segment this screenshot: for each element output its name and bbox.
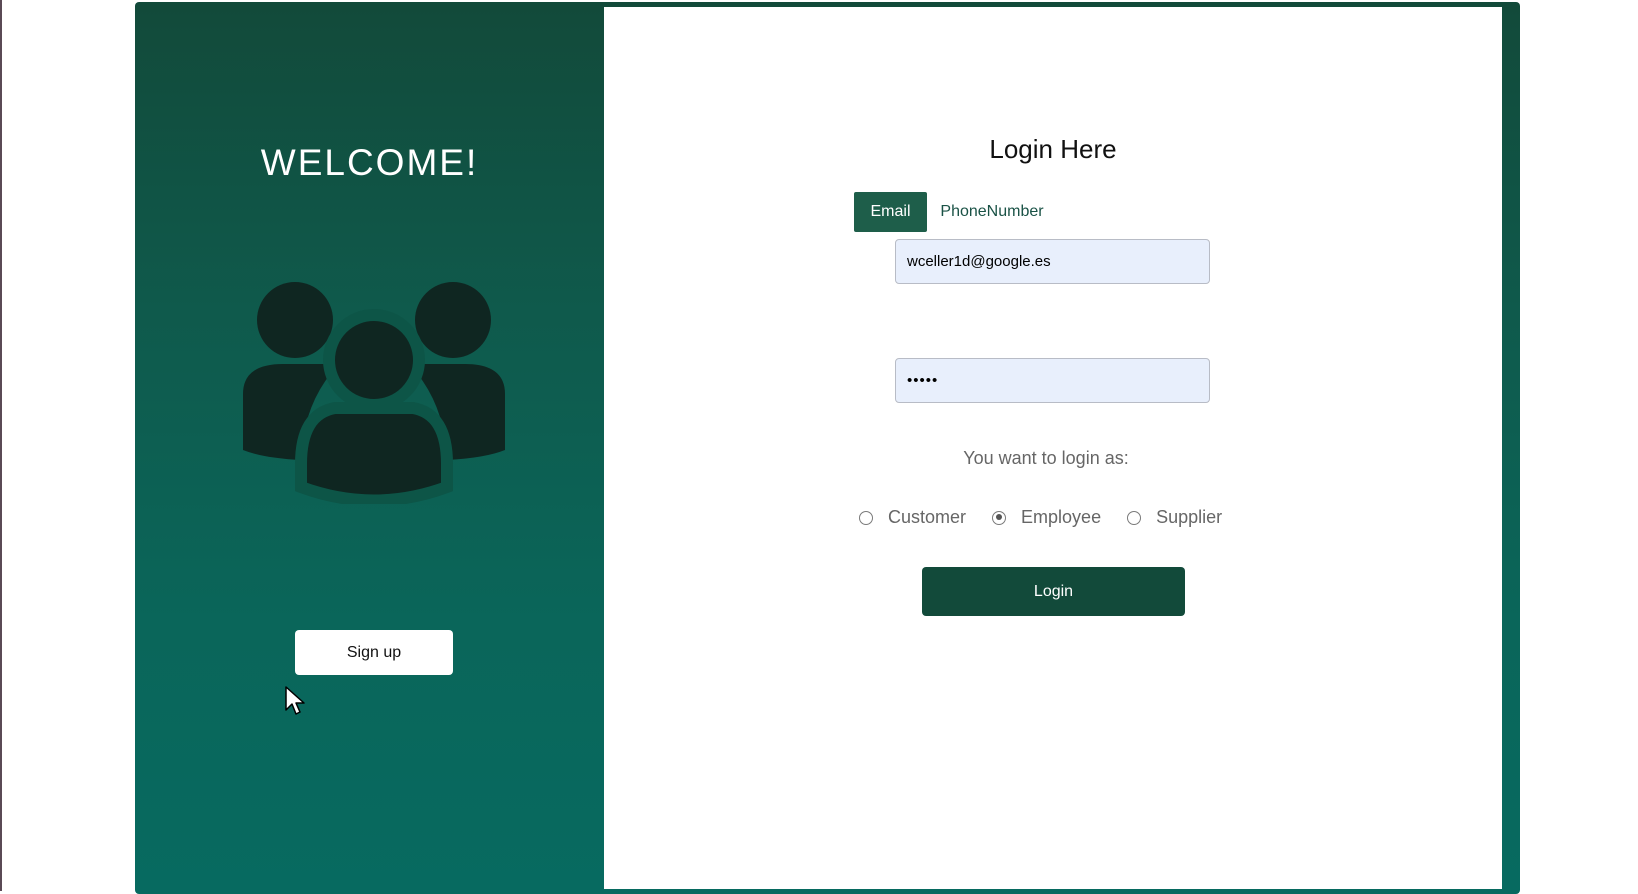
employee-label: Employee	[1021, 507, 1102, 527]
login-button[interactable]: Login	[922, 567, 1185, 616]
email-field[interactable]	[895, 239, 1210, 284]
tab-email[interactable]: Email	[854, 192, 927, 232]
supplier-label: Supplier	[1156, 507, 1223, 527]
password-field[interactable]	[895, 358, 1210, 403]
page-edge	[0, 0, 2, 891]
login-title: Login Here	[989, 134, 1117, 164]
role-supplier[interactable]: Supplier	[1127, 507, 1222, 528]
cursor-icon	[285, 686, 305, 715]
employee-radio[interactable]	[992, 510, 1007, 525]
role-employee[interactable]: Employee	[992, 507, 1101, 528]
role-radio-group: Customer Employee Supplier	[859, 507, 1248, 528]
tab-phone-number[interactable]: PhoneNumber	[937, 192, 1047, 232]
welcome-heading: WELCOME!	[260, 142, 479, 183]
role-customer[interactable]: Customer	[859, 507, 966, 528]
login-panel: Login Here Email PhoneNumber You want to…	[604, 7, 1502, 889]
customer-label: Customer	[888, 507, 967, 527]
sign-up-button[interactable]: Sign up	[295, 630, 453, 675]
supplier-radio[interactable]	[1127, 510, 1142, 525]
users-icon	[243, 282, 505, 504]
login-as-label: You want to login as:	[963, 448, 1129, 468]
login-card: WELCOME! Sign up Login Here Email PhoneN…	[135, 2, 1520, 894]
welcome-panel: WELCOME! Sign up	[135, 2, 604, 894]
customer-radio[interactable]	[859, 510, 873, 525]
